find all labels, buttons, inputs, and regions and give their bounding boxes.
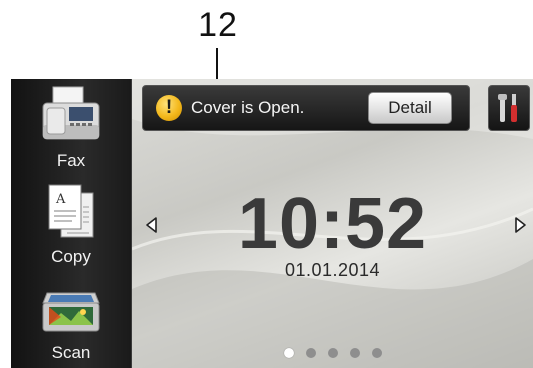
clock-date: 01.01.2014 (284, 260, 381, 280)
callout-number: 12 (198, 6, 238, 44)
warning-icon: ! (156, 95, 182, 121)
touchscreen: Fax A Copy Scan ! Cover is Open. Detail … (11, 79, 533, 368)
sidebar: Fax A Copy Scan (11, 79, 132, 368)
scan-icon (42, 292, 100, 332)
detail-button[interactable]: Detail (368, 92, 452, 124)
fax-icon (42, 86, 100, 140)
home-screen: ! Cover is Open. Detail 10:52 01.01.2014 (132, 79, 533, 368)
clock-time: 10:52 (237, 184, 428, 264)
status-bar[interactable]: ! Cover is Open. Detail (142, 85, 470, 131)
sidebar-item-copy[interactable]: A Copy (11, 175, 131, 271)
svg-text:A: A (55, 192, 66, 207)
sidebar-item-label: Copy (51, 247, 91, 266)
settings-button[interactable] (488, 85, 530, 131)
copy-icon: A (48, 184, 94, 238)
page-dot[interactable] (349, 348, 360, 358)
sidebar-item-fax[interactable]: Fax (11, 79, 131, 175)
page-dot[interactable] (371, 348, 382, 358)
page-dot[interactable] (283, 348, 294, 358)
status-message: Cover is Open. (191, 98, 305, 117)
tools-icon (498, 94, 517, 122)
sidebar-item-label: Fax (56, 151, 86, 170)
page-indicator (132, 348, 533, 360)
sidebar-item-label: Scan (51, 343, 91, 362)
page-dot[interactable] (327, 348, 338, 358)
sidebar-item-scan[interactable]: Scan (11, 271, 131, 367)
page-dot[interactable] (305, 348, 316, 358)
